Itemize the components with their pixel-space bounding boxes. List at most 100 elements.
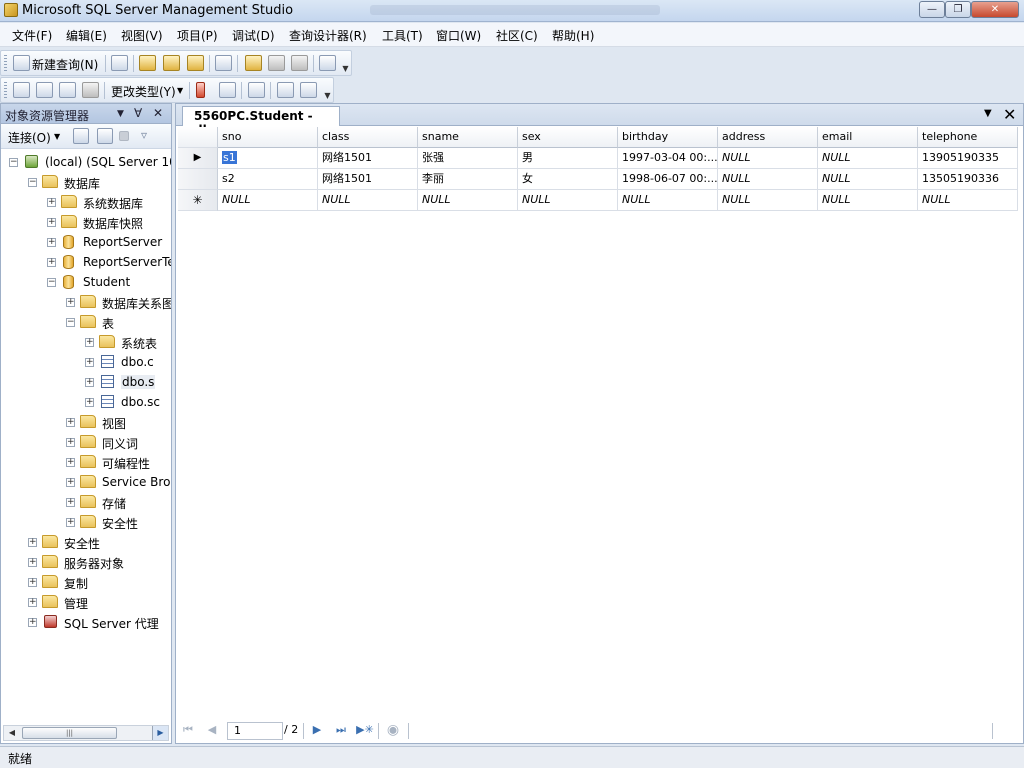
- new-record-icon[interactable]: ▶✳: [355, 722, 375, 738]
- row-selector[interactable]: [178, 169, 218, 190]
- current-row-marker-icon[interactable]: ▶: [178, 148, 218, 169]
- show-results-pane-icon[interactable]: [82, 82, 99, 98]
- grid-cell[interactable]: NULL: [818, 190, 918, 211]
- group-by-icon[interactable]: [248, 82, 265, 98]
- column-header[interactable]: sno: [218, 127, 318, 148]
- column-header[interactable]: address: [718, 127, 818, 148]
- expand-icon[interactable]: +: [66, 418, 75, 427]
- column-header[interactable]: telephone: [918, 127, 1018, 148]
- menu-debug[interactable]: 调试(D): [230, 27, 277, 44]
- grid-cell[interactable]: NULL: [618, 190, 718, 211]
- grid-cell[interactable]: NULL: [318, 190, 418, 211]
- expand-icon[interactable]: +: [28, 578, 37, 587]
- column-header[interactable]: sex: [518, 127, 618, 148]
- scroll-left-icon[interactable]: ◀: [4, 726, 20, 740]
- grid-cell[interactable]: 张强: [418, 148, 518, 169]
- grid-cell[interactable]: NULL: [818, 169, 918, 190]
- grid-cell[interactable]: NULL: [918, 190, 1018, 211]
- expand-icon[interactable]: +: [66, 438, 75, 447]
- verify-sql-icon[interactable]: [219, 82, 236, 98]
- column-header[interactable]: sname: [418, 127, 518, 148]
- disconnect-icon[interactable]: [97, 128, 113, 144]
- grid-cell[interactable]: NULL: [818, 148, 918, 169]
- table-row[interactable]: ▶ s1 网络1501 张强 男 1997-03-04 00:... NULL …: [178, 148, 1020, 169]
- scroll-right-icon[interactable]: ▶: [152, 726, 168, 740]
- menu-help[interactable]: 帮助(H): [550, 27, 596, 44]
- menu-query-designer[interactable]: 查询设计器(R): [287, 27, 369, 44]
- new-query-button[interactable]: 新建查询(N): [32, 56, 98, 73]
- save-all-icon[interactable]: [291, 55, 308, 71]
- stop-record-icon[interactable]: ◉: [385, 722, 401, 738]
- expand-icon[interactable]: +: [85, 358, 94, 367]
- grid-cell[interactable]: 13905190335: [918, 148, 1018, 169]
- close-panel-icon[interactable]: ✕: [153, 106, 163, 120]
- expand-icon[interactable]: +: [66, 298, 75, 307]
- expand-icon[interactable]: +: [28, 598, 37, 607]
- menu-project[interactable]: 项目(P): [175, 27, 220, 44]
- dmx-query-icon[interactable]: [163, 55, 180, 71]
- expand-icon[interactable]: +: [28, 538, 37, 547]
- toolbar-overflow-icon[interactable]: ▼: [341, 63, 350, 74]
- previous-record-icon[interactable]: ◀: [204, 722, 220, 738]
- change-type-dropdown[interactable]: 更改类型(Y): [111, 83, 176, 100]
- pin-icon[interactable]: ∀: [134, 106, 142, 120]
- grid-cell[interactable]: 李丽: [418, 169, 518, 190]
- expand-icon[interactable]: +: [47, 258, 56, 267]
- save-icon[interactable]: [268, 55, 285, 71]
- expand-icon[interactable]: +: [47, 238, 56, 247]
- close-window-button[interactable]: ✕: [971, 1, 1019, 18]
- column-header[interactable]: birthday: [618, 127, 718, 148]
- menu-edit[interactable]: 编辑(E): [64, 27, 109, 44]
- expand-icon[interactable]: +: [85, 378, 94, 387]
- next-record-icon[interactable]: ▶: [309, 722, 325, 738]
- toolbar-overflow-icon[interactable]: ▼: [323, 90, 332, 101]
- collapse-icon[interactable]: −: [9, 158, 18, 167]
- change-type-chevron-icon[interactable]: ▼: [177, 86, 183, 95]
- grid-cell[interactable]: 网络1501: [318, 169, 418, 190]
- connect-button[interactable]: 连接(O): [8, 129, 51, 146]
- horizontal-scrollbar[interactable]: ◀ ||| ▶: [3, 725, 169, 741]
- filter-icon[interactable]: ▿: [141, 128, 157, 144]
- grid-cell[interactable]: 网络1501: [318, 148, 418, 169]
- new-file-icon[interactable]: [111, 55, 128, 71]
- grid-cell[interactable]: s2: [218, 169, 318, 190]
- menu-community[interactable]: 社区(C): [494, 27, 540, 44]
- stop-icon[interactable]: [119, 131, 129, 141]
- grid-cell[interactable]: s1: [218, 148, 318, 169]
- new-project-icon[interactable]: [215, 55, 232, 71]
- grid-cell[interactable]: 男: [518, 148, 618, 169]
- menu-tools[interactable]: 工具(T): [380, 27, 425, 44]
- menu-view[interactable]: 视图(V): [119, 27, 165, 44]
- mdx-query-icon[interactable]: [139, 55, 156, 71]
- minimize-button[interactable]: —: [919, 1, 945, 18]
- add-table-icon[interactable]: [277, 82, 294, 98]
- panel-dropdown-icon[interactable]: ▼: [117, 109, 124, 119]
- menu-window[interactable]: 窗口(W): [434, 27, 483, 44]
- expand-icon[interactable]: +: [28, 618, 37, 627]
- restore-button[interactable]: ❐: [945, 1, 971, 18]
- grid-cell[interactable]: NULL: [218, 190, 318, 211]
- show-sql-pane-icon[interactable]: [59, 82, 76, 98]
- menu-file[interactable]: 文件(F): [10, 27, 54, 44]
- connect-chevron-icon[interactable]: ▼: [54, 132, 60, 141]
- collapse-icon[interactable]: −: [66, 318, 75, 327]
- connect-object-explorer-icon[interactable]: [73, 128, 89, 144]
- expand-icon[interactable]: +: [66, 458, 75, 467]
- table-row[interactable]: s2 网络1501 李丽 女 1998-06-07 00:... NULL NU…: [178, 169, 1020, 190]
- expand-icon[interactable]: +: [28, 558, 37, 567]
- last-record-icon[interactable]: ⏭: [333, 722, 349, 738]
- expand-icon[interactable]: +: [47, 198, 56, 207]
- grid-cell[interactable]: NULL: [418, 190, 518, 211]
- grid-cell-value[interactable]: s1: [222, 151, 237, 164]
- new-row[interactable]: ✳ NULL NULL NULL NULL NULL NULL NULL NUL…: [178, 190, 1020, 211]
- expand-icon[interactable]: +: [47, 218, 56, 227]
- xmla-query-icon[interactable]: [187, 55, 204, 71]
- grid-cell[interactable]: NULL: [518, 190, 618, 211]
- expand-icon[interactable]: +: [85, 398, 94, 407]
- grid-cell[interactable]: 女: [518, 169, 618, 190]
- close-tab-icon[interactable]: ✕: [1003, 105, 1016, 124]
- grid-cell[interactable]: NULL: [718, 190, 818, 211]
- expand-icon[interactable]: +: [66, 478, 75, 487]
- activity-monitor-icon[interactable]: [319, 55, 336, 71]
- expand-icon[interactable]: +: [66, 498, 75, 507]
